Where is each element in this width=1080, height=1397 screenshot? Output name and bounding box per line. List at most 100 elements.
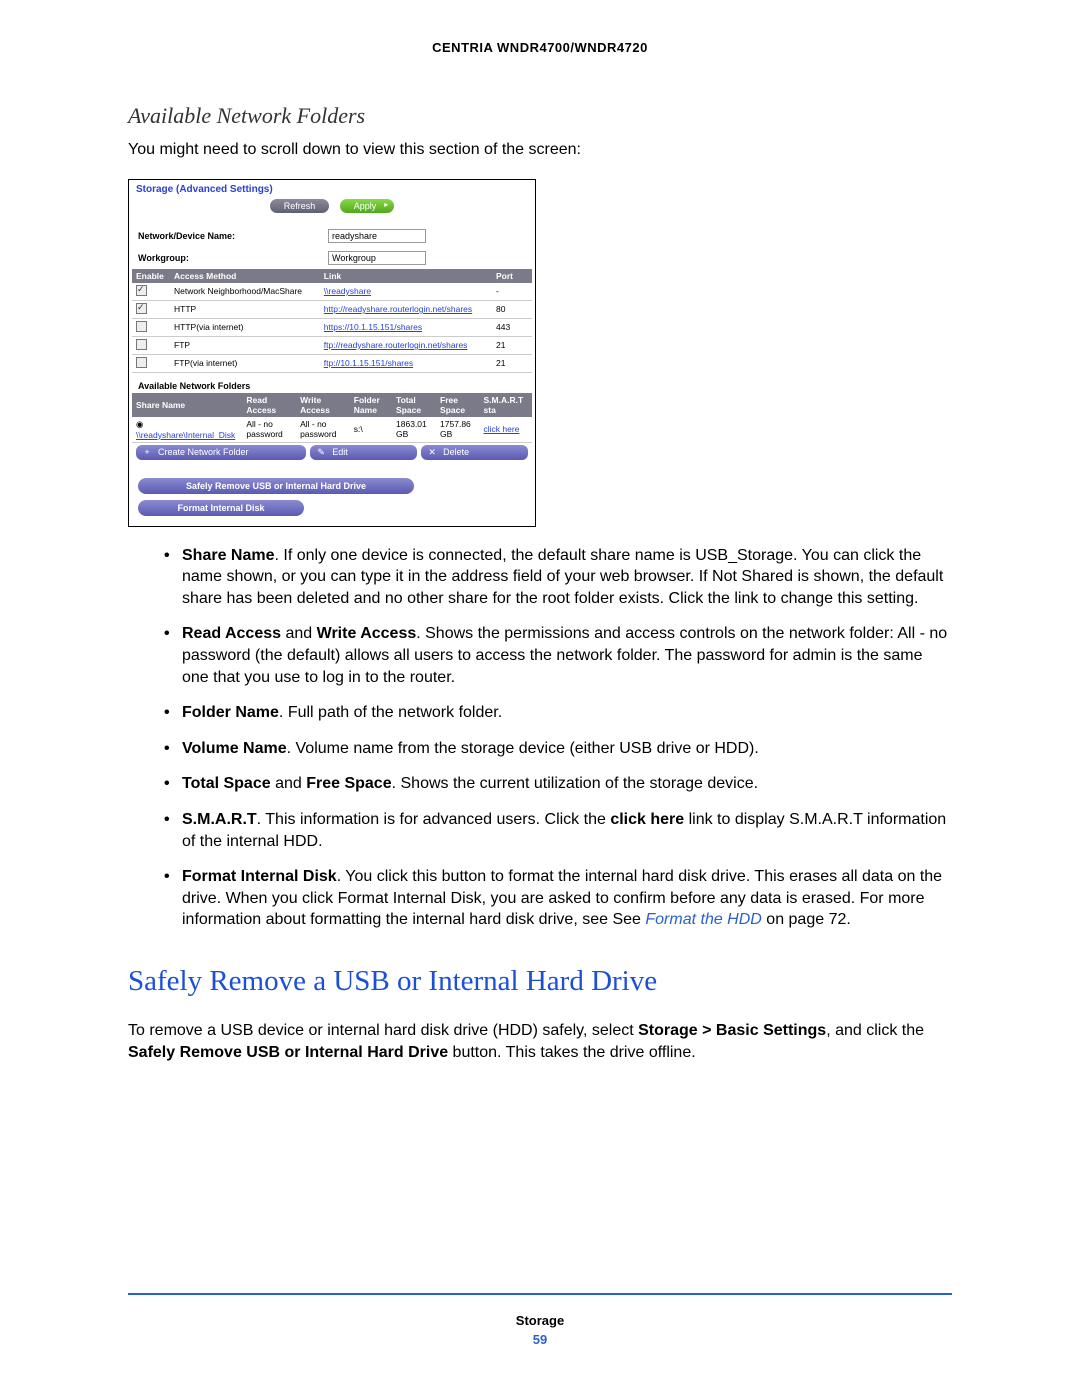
doc-header: CENTRIA WNDR4700/WNDR4720 bbox=[128, 40, 952, 55]
table-row: ◉ \\readyshare\Internal_Disk All - no pa… bbox=[132, 417, 532, 443]
footer-label: Storage bbox=[128, 1313, 952, 1328]
cell-method: FTP bbox=[170, 336, 320, 354]
cross-ref-link[interactable]: Format the HDD bbox=[645, 911, 761, 928]
workgroup-input[interactable]: Workgroup bbox=[328, 251, 426, 265]
enable-checkbox[interactable] bbox=[136, 321, 147, 332]
safely-remove-button[interactable]: Safely Remove USB or Internal Hard Drive bbox=[138, 478, 414, 494]
term: Format Internal Disk bbox=[182, 868, 337, 885]
cell-port: 443 bbox=[492, 318, 532, 336]
col-smart: S.M.A.R.T sta bbox=[480, 393, 532, 417]
table-row: HTTP http://readyshare.routerlogin.net/s… bbox=[132, 300, 532, 318]
text: . If only one device is connected, the d… bbox=[182, 547, 943, 607]
text: and bbox=[281, 625, 317, 642]
cell-method: HTTP(via internet) bbox=[170, 318, 320, 336]
term: Free Space bbox=[306, 775, 391, 792]
list-item: Read Access and Write Access. Shows the … bbox=[164, 623, 952, 688]
col-port: Port bbox=[492, 269, 532, 283]
cell-total: 1863.01 GB bbox=[392, 417, 436, 443]
text: . Full path of the network folder. bbox=[279, 704, 502, 721]
table-row: Network Neighborhood/MacShare \\readysha… bbox=[132, 283, 532, 301]
text: . Volume name from the storage device (e… bbox=[287, 740, 759, 757]
cell-link[interactable]: http://readyshare.routerlogin.net/shares bbox=[324, 304, 472, 314]
cell-write: All - no password bbox=[296, 417, 350, 443]
term: Folder Name bbox=[182, 704, 279, 721]
cell-share[interactable]: \\readyshare\Internal_Disk bbox=[136, 430, 235, 440]
x-icon: ✕ bbox=[427, 447, 437, 458]
section-heading-safely-remove: Safely Remove a USB or Internal Hard Dri… bbox=[128, 965, 952, 998]
col-link: Link bbox=[320, 269, 492, 283]
text: . This information is for advanced users… bbox=[257, 811, 611, 828]
footer-rule bbox=[128, 1293, 952, 1295]
cell-port: - bbox=[492, 283, 532, 301]
pencil-icon: ✎ bbox=[316, 447, 326, 458]
col-read: Read Access bbox=[242, 393, 296, 417]
enable-checkbox[interactable] bbox=[136, 303, 147, 314]
access-methods-table: Enable Access Method Link Port Network N… bbox=[132, 269, 532, 373]
edit-button[interactable]: ✎ Edit bbox=[310, 445, 417, 460]
term: S.M.A.R.T bbox=[182, 811, 257, 828]
cell-folder: s:\ bbox=[350, 417, 392, 443]
col-method: Access Method bbox=[170, 269, 320, 283]
button-name: Safely Remove USB or Internal Hard Drive bbox=[128, 1044, 448, 1061]
col-folder: Folder Name bbox=[350, 393, 392, 417]
cell-link[interactable]: \\readyshare bbox=[324, 286, 371, 296]
text: button. This takes the drive offline. bbox=[448, 1044, 696, 1061]
delete-button[interactable]: ✕ Delete bbox=[421, 445, 528, 460]
table-row: HTTP(via internet) https://10.1.15.151/s… bbox=[132, 318, 532, 336]
col-free: Free Space bbox=[436, 393, 479, 417]
list-item: S.M.A.R.T. This information is for advan… bbox=[164, 809, 952, 852]
workgroup-label: Workgroup: bbox=[138, 253, 328, 263]
term: Write Access bbox=[317, 625, 417, 642]
list-item: Folder Name. Full path of the network fo… bbox=[164, 702, 952, 724]
folders-subheading: Available Network Folders bbox=[132, 373, 532, 393]
format-disk-button[interactable]: Format Internal Disk bbox=[138, 500, 304, 516]
text: and bbox=[271, 775, 307, 792]
term: Total Space bbox=[182, 775, 271, 792]
cell-port: 80 bbox=[492, 300, 532, 318]
cell-smart-link[interactable]: click here bbox=[484, 424, 520, 434]
apply-button[interactable]: Apply bbox=[340, 199, 395, 213]
feature-list: Share Name. If only one device is connec… bbox=[128, 545, 952, 931]
plus-icon: + bbox=[142, 447, 152, 457]
enable-checkbox[interactable] bbox=[136, 339, 147, 350]
cell-link[interactable]: https://10.1.15.151/shares bbox=[324, 322, 422, 332]
cell-link[interactable]: ftp://10.1.15.151/shares bbox=[324, 358, 413, 368]
section-heading-folders: Available Network Folders bbox=[128, 103, 952, 129]
list-item: Format Internal Disk. You click this but… bbox=[164, 866, 952, 931]
text: . Shows the current utilization of the s… bbox=[392, 775, 758, 792]
create-folder-button[interactable]: + Create Network Folder bbox=[136, 445, 306, 460]
cell-link[interactable]: ftp://readyshare.routerlogin.net/shares bbox=[324, 340, 468, 350]
section-intro: You might need to scroll down to view th… bbox=[128, 139, 952, 161]
folders-table: Share Name Read Access Write Access Fold… bbox=[132, 393, 532, 443]
refresh-button[interactable]: Refresh bbox=[270, 199, 330, 213]
enable-checkbox[interactable] bbox=[136, 285, 147, 296]
list-item: Total Space and Free Space. Shows the cu… bbox=[164, 773, 952, 795]
col-share: Share Name bbox=[132, 393, 242, 417]
create-folder-label: Create Network Folder bbox=[158, 447, 249, 457]
footer-page-number: 59 bbox=[128, 1332, 952, 1347]
devname-label: Network/Device Name: bbox=[138, 231, 328, 241]
col-enable: Enable bbox=[132, 269, 170, 283]
table-row: FTP(via internet) ftp://10.1.15.151/shar… bbox=[132, 354, 532, 372]
term: click here bbox=[610, 811, 684, 828]
cell-method: Network Neighborhood/MacShare bbox=[170, 283, 320, 301]
term: Volume Name bbox=[182, 740, 287, 757]
col-write: Write Access bbox=[296, 393, 350, 417]
page-footer: Storage 59 bbox=[128, 1287, 952, 1348]
devname-input[interactable]: readyshare bbox=[328, 229, 426, 243]
text: , and click the bbox=[826, 1022, 924, 1039]
col-total: Total Space bbox=[392, 393, 436, 417]
cell-read: All - no password bbox=[242, 417, 296, 443]
ss-title: Storage (Advanced Settings) bbox=[132, 184, 532, 199]
term: Read Access bbox=[182, 625, 281, 642]
text: on page 72. bbox=[762, 911, 851, 928]
cell-port: 21 bbox=[492, 336, 532, 354]
list-item: Share Name. If only one device is connec… bbox=[164, 545, 952, 610]
list-item: Volume Name. Volume name from the storag… bbox=[164, 738, 952, 760]
table-row: FTP ftp://readyshare.routerlogin.net/sha… bbox=[132, 336, 532, 354]
cell-port: 21 bbox=[492, 354, 532, 372]
edit-label: Edit bbox=[332, 447, 348, 457]
embedded-screenshot: Storage (Advanced Settings) Refresh Appl… bbox=[128, 179, 536, 527]
menu-path: Storage > Basic Settings bbox=[638, 1022, 826, 1039]
enable-checkbox[interactable] bbox=[136, 357, 147, 368]
